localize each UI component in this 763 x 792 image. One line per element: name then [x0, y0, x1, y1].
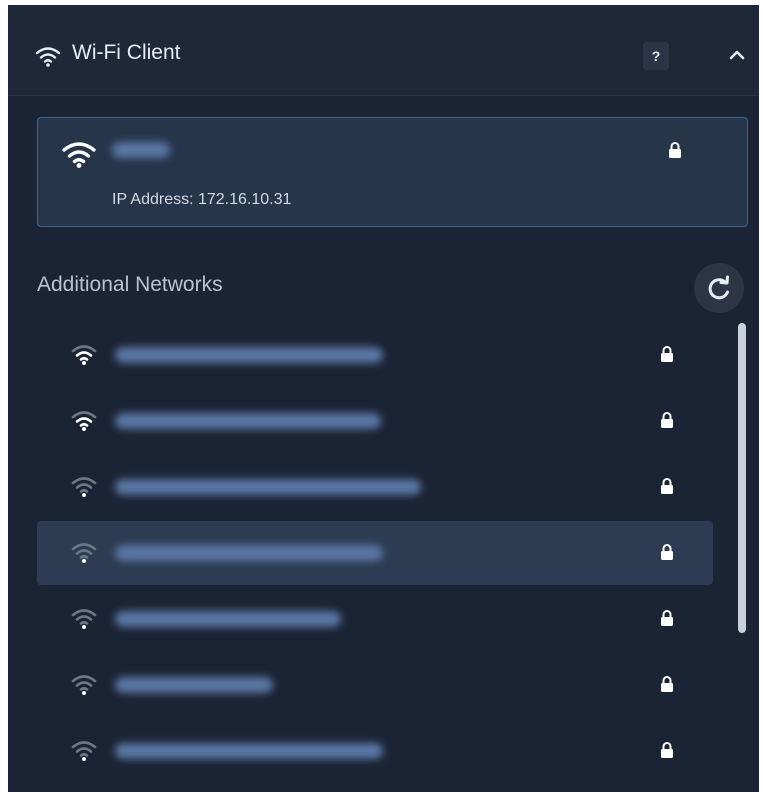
network-row[interactable] [37, 389, 713, 453]
lock-icon [661, 544, 673, 560]
wifi-signal-weak-icon [71, 543, 97, 563]
wifi-signal-strong-icon [71, 411, 97, 431]
network-row[interactable] [37, 653, 713, 717]
network-row[interactable] [37, 587, 713, 651]
scrollbar-thumb[interactable] [738, 323, 746, 633]
wifi-signal-strong-icon [71, 345, 97, 365]
lock-icon [669, 142, 681, 158]
panel-title: Wi-Fi Client [72, 41, 181, 64]
network-ssid-redacted [115, 611, 341, 627]
wifi-signal-full-icon [62, 142, 96, 168]
wifi-signal-weak-icon [71, 477, 97, 497]
refresh-button[interactable] [694, 263, 744, 313]
lock-icon [661, 412, 673, 428]
help-button[interactable]: ? [643, 42, 669, 70]
network-ssid-redacted [115, 677, 273, 693]
additional-networks-heading: Additional Networks [37, 273, 223, 296]
wifi-signal-weak-icon [71, 675, 97, 695]
wifi-signal-weak-icon [71, 741, 97, 761]
network-row[interactable] [37, 455, 713, 519]
network-list[interactable] [37, 323, 713, 792]
wifi-client-panel: Wi-Fi Client ? IP Address: 172.16.10.31 … [8, 5, 759, 792]
network-row[interactable] [37, 719, 713, 783]
wifi-signal-weak-icon [71, 609, 97, 629]
wifi-icon [35, 47, 61, 67]
lock-icon [661, 478, 673, 494]
panel-header[interactable]: Wi-Fi Client ? [8, 5, 759, 96]
network-ssid-redacted [115, 413, 381, 429]
ip-address-label: IP Address: 172.16.10.31 [112, 191, 292, 208]
lock-icon [661, 610, 673, 626]
lock-icon [661, 676, 673, 692]
network-ssid-redacted [115, 347, 383, 363]
network-ssid-redacted [115, 743, 383, 759]
chevron-up-icon[interactable] [725, 43, 749, 67]
network-ssid-redacted [115, 545, 383, 561]
connected-network-card[interactable]: IP Address: 172.16.10.31 [37, 117, 748, 227]
network-ssid-redacted [115, 479, 421, 495]
network-row-selected[interactable] [37, 521, 713, 585]
refresh-icon [708, 275, 729, 300]
connected-ssid-redacted [112, 142, 170, 158]
lock-icon [661, 346, 673, 362]
network-row[interactable] [37, 323, 713, 387]
lock-icon [661, 742, 673, 758]
